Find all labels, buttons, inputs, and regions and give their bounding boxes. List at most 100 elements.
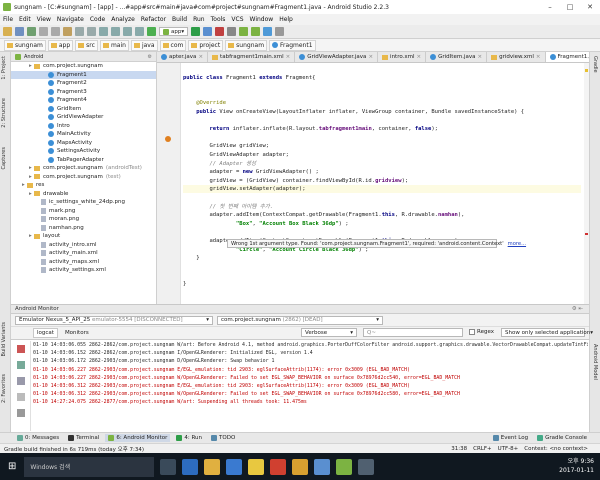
- close-button[interactable]: ✕: [580, 0, 600, 14]
- log-line[interactable]: 01-10 14:03:06.055 2862-2862/com.project…: [33, 341, 588, 349]
- explorer-icon[interactable]: [204, 458, 221, 475]
- tree-item[interactable]: ic_settings_white_24dp.png: [11, 198, 156, 207]
- code-line[interactable]: [183, 82, 581, 90]
- cut-icon[interactable]: [63, 27, 72, 36]
- structure-tool-tab[interactable]: 2: Structure: [1, 98, 7, 128]
- breadcrumb-item[interactable]: sungnam: [4, 39, 46, 51]
- tree-item[interactable]: Fragment2: [11, 79, 156, 88]
- tree-item[interactable]: ▸ drawable: [11, 190, 156, 199]
- menu-window[interactable]: Window: [250, 16, 274, 23]
- tab-terminal[interactable]: Terminal: [65, 434, 102, 442]
- menu-file[interactable]: File: [3, 16, 13, 23]
- chrome-icon[interactable]: [270, 458, 287, 475]
- tree-item[interactable]: activity_main.xml: [11, 249, 156, 258]
- device-select[interactable]: Emulator Nexus_5_API_25 emulator-5554 [D…: [15, 315, 213, 325]
- close-tab-icon[interactable]: ×: [198, 54, 203, 60]
- kakao-icon[interactable]: [248, 458, 265, 475]
- store-icon[interactable]: [226, 458, 243, 475]
- paste-icon[interactable]: [87, 27, 96, 36]
- tab-monitors[interactable]: Monitors: [62, 329, 92, 337]
- code-line[interactable]: adapter = new GridViewAdapter() ;: [183, 168, 581, 176]
- tree-item[interactable]: ▸ com.project.sungnam: [11, 62, 156, 71]
- code-line[interactable]: gridView = (GridView) container.findView…: [183, 177, 581, 185]
- save-icon[interactable]: [15, 27, 24, 36]
- close-tab-icon[interactable]: ×: [417, 54, 422, 60]
- tree-item[interactable]: SettingsActivity: [11, 147, 156, 156]
- code-line[interactable]: [183, 117, 581, 125]
- code-line[interactable]: }: [183, 254, 581, 262]
- tab-messages[interactable]: 0: Messages: [14, 434, 62, 442]
- code-line[interactable]: // Adapter 생성: [183, 160, 581, 168]
- tab-event-log[interactable]: Event Log: [490, 434, 531, 442]
- tree-item[interactable]: activity_settings.xml: [11, 266, 156, 275]
- tree-item[interactable]: activity_maps.xml: [11, 258, 156, 267]
- code-line[interactable]: [183, 91, 581, 99]
- log-line[interactable]: 01-10 14:03:06.227 2862-2903/com.project…: [33, 366, 588, 374]
- make-icon[interactable]: [147, 27, 156, 36]
- android-studio-taskbar-icon[interactable]: [336, 458, 353, 475]
- help-icon[interactable]: [17, 409, 25, 417]
- start-icon[interactable]: ⊞: [8, 461, 16, 472]
- code-line[interactable]: // 첫 번째 아이템 추가.: [183, 203, 581, 211]
- tree-item[interactable]: Fragment1: [11, 70, 156, 79]
- run-config-select[interactable]: app ▾: [159, 27, 189, 36]
- code-line[interactable]: [183, 263, 581, 271]
- app3-icon[interactable]: [358, 458, 375, 475]
- redo-icon[interactable]: [51, 27, 60, 36]
- breadcrumb-item[interactable]: app: [47, 39, 74, 51]
- log-search-input[interactable]: Q~: [363, 328, 463, 337]
- menu-code[interactable]: Code: [90, 16, 105, 23]
- device-monitor-icon[interactable]: [263, 27, 273, 36]
- menu-build[interactable]: Build: [172, 16, 187, 23]
- project-tool-tab[interactable]: 1: Project: [1, 56, 7, 80]
- tree-item[interactable]: ▸ layout: [11, 232, 156, 241]
- taskbar-search[interactable]: Windows 검색: [24, 456, 155, 477]
- menu-edit[interactable]: Edit: [19, 16, 31, 23]
- log-line[interactable]: 01-10 14:27:24.075 2862-2877/com.project…: [33, 398, 588, 406]
- log-line[interactable]: 01-10 14:03:06.312 2862-2903/com.project…: [33, 390, 588, 398]
- editor-tab[interactable]: intro.xml ×: [378, 52, 427, 62]
- avd-manager-icon[interactable]: [251, 27, 261, 36]
- scroll-to-end-icon[interactable]: [17, 361, 25, 369]
- code-line[interactable]: [183, 134, 581, 142]
- log-line[interactable]: 01-10 14:03:06.312 2862-2903/com.project…: [33, 382, 588, 390]
- breadcrumb-item[interactable]: sungnam: [225, 39, 268, 51]
- restart-icon[interactable]: [17, 377, 25, 385]
- project-view-select[interactable]: Android: [24, 54, 43, 60]
- code-line[interactable]: "Box", "Account Box Black 36dp") ;: [183, 220, 581, 228]
- menu-refactor[interactable]: Refactor: [141, 16, 166, 23]
- regex-checkbox[interactable]: Regex: [469, 329, 494, 335]
- tree-item[interactable]: TabPagerAdapter: [11, 156, 156, 165]
- captures-tool-tab[interactable]: Captures: [1, 147, 7, 170]
- maximize-button[interactable]: □: [560, 0, 580, 14]
- code-line[interactable]: GridView gridView;: [183, 142, 581, 150]
- panel-settings-icon[interactable]: ⚙: [148, 54, 152, 60]
- sync-icon[interactable]: [27, 27, 36, 36]
- breadcrumb-item[interactable]: project: [188, 39, 224, 51]
- clear-logcat-icon[interactable]: [17, 345, 25, 353]
- hide-panel-icon[interactable]: ⚙ ⇤: [572, 306, 583, 312]
- tree-item[interactable]: activity_intro.xml: [11, 241, 156, 250]
- tree-item[interactable]: GridItem: [11, 105, 156, 114]
- editor-tab[interactable]: Fragment1.java×: [545, 52, 589, 62]
- breadcrumb-item[interactable]: java: [130, 39, 158, 51]
- menu-run[interactable]: Run: [193, 16, 205, 23]
- favorites-tool-tab[interactable]: 2: Favorites: [1, 374, 7, 403]
- menu-view[interactable]: View: [37, 16, 51, 23]
- logcat-output[interactable]: 01-10 14:03:06.055 2862-2862/com.project…: [33, 341, 588, 431]
- clock[interactable]: 오후 9:36 2017-01-11: [559, 457, 594, 475]
- code-line[interactable]: }: [183, 280, 581, 288]
- open-icon[interactable]: [3, 27, 12, 36]
- error-marker-icon[interactable]: [585, 233, 588, 235]
- context-indicator[interactable]: Context: <no context>: [524, 446, 588, 452]
- tab-gradle-console[interactable]: Gradle Console: [534, 434, 590, 442]
- close-tab-icon[interactable]: ×: [477, 54, 482, 60]
- code-line[interactable]: adapter.addItem(ContextCompat.getDrawabl…: [183, 211, 581, 219]
- tree-item[interactable]: ▸ com.project.sungnam (androidTest): [11, 164, 156, 173]
- tree-item[interactable]: MapsActivity: [11, 139, 156, 148]
- android-model-tool-tab[interactable]: Android Model: [592, 344, 598, 380]
- code-line[interactable]: public View onCreateView(LayoutInflater …: [183, 108, 581, 116]
- log-line[interactable]: 01-10 14:03:06.172 2862-2903/com.project…: [33, 357, 588, 365]
- log-level-select[interactable]: Verbose ▾: [301, 328, 357, 337]
- caret-position[interactable]: 31:38: [451, 446, 467, 452]
